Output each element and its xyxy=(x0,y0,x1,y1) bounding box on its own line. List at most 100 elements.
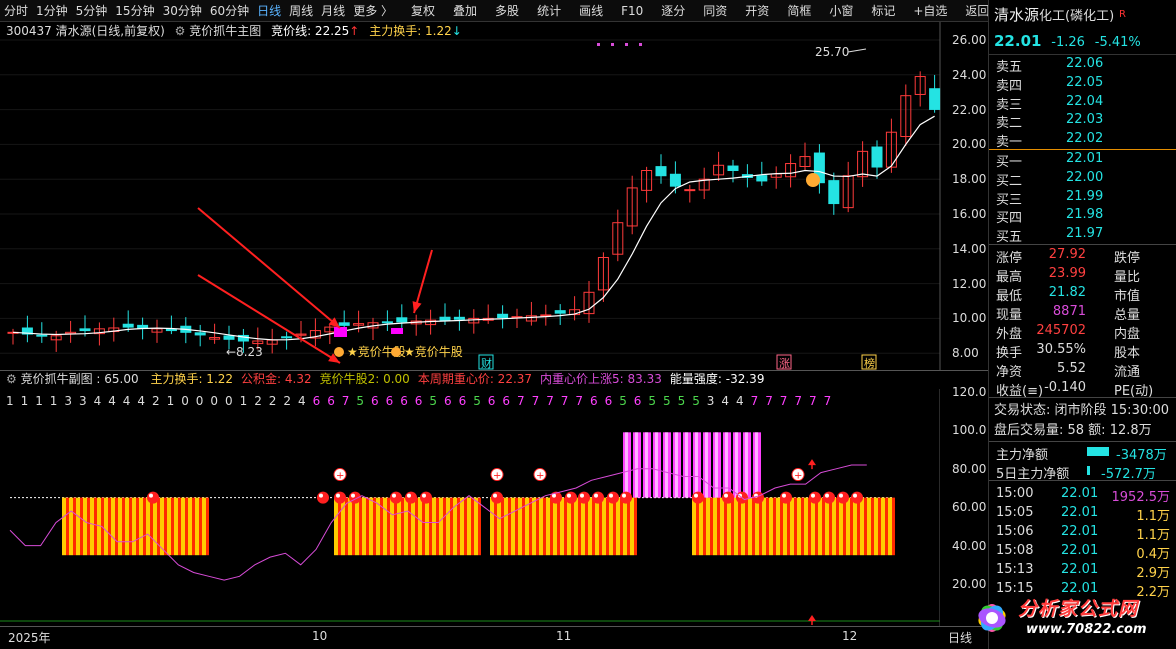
period-2[interactable]: 5分钟 xyxy=(72,0,112,21)
candle-body xyxy=(79,328,91,332)
tick-price: 22.01 xyxy=(1061,523,1099,539)
count-digit: 4 xyxy=(736,394,744,408)
energy-bar xyxy=(153,497,157,556)
energy-bar xyxy=(710,497,713,556)
energy-bar xyxy=(450,497,453,556)
tool-9[interactable]: 简框 xyxy=(783,0,815,21)
period-0[interactable]: 分时 xyxy=(0,0,32,21)
energy-bar xyxy=(720,497,724,556)
price-change: -1.26 xyxy=(1051,35,1085,50)
candlestick-chart[interactable]: ★竞价牛股★竞价牛股25.70←8.23财涨榜 xyxy=(0,22,988,370)
count-digit: 2 xyxy=(152,394,160,408)
stat-value: 23.99 xyxy=(1048,265,1086,281)
energy-bar xyxy=(490,497,494,556)
signal-dot xyxy=(611,43,614,46)
tick-row: 15:06 22.01 1.1万 xyxy=(989,522,1176,543)
ask-label: 卖五 xyxy=(996,60,1023,75)
signal-candle xyxy=(391,328,403,334)
period-1[interactable]: 1分钟 xyxy=(32,0,72,21)
energy-bar xyxy=(780,497,783,556)
energy-bar xyxy=(745,497,748,556)
energy-bar xyxy=(871,497,874,556)
period-5[interactable]: 60分钟 xyxy=(206,0,253,21)
ask-row[interactable]: 卖五 22.06 xyxy=(989,55,1176,75)
period-8[interactable]: 月线 xyxy=(317,0,349,21)
signal-ball xyxy=(607,491,619,504)
count-digit: 5 xyxy=(678,394,686,408)
energy-bar xyxy=(878,497,881,556)
tool-12[interactable]: +自选 xyxy=(909,0,951,21)
energy-bar xyxy=(762,497,766,556)
bid-row[interactable]: 买五 21.97 xyxy=(989,225,1176,245)
count-digit: 0 xyxy=(181,394,189,408)
buy-icon xyxy=(391,347,401,357)
candle-body xyxy=(669,173,681,187)
bid-row[interactable]: 买一 22.01 xyxy=(989,150,1176,170)
sub-label-0: 主力换手: 1.22 xyxy=(150,372,234,386)
candle-body xyxy=(727,165,739,171)
energy-bar xyxy=(627,497,630,556)
ask-row[interactable]: 卖三 22.04 xyxy=(989,93,1176,113)
count-digit: 6 xyxy=(634,394,642,408)
count-digit: 6 xyxy=(488,394,496,408)
bid-row[interactable]: 买二 22.00 xyxy=(989,169,1176,189)
price-tick: 24.00 xyxy=(952,67,987,82)
candle-body xyxy=(122,323,134,328)
energy-bar xyxy=(429,497,432,556)
tool-5[interactable]: F10 xyxy=(617,0,647,21)
indicator-tick: 60.00 xyxy=(952,500,987,515)
bid-row[interactable]: 买三 21.99 xyxy=(989,188,1176,208)
tool-10[interactable]: 小窗 xyxy=(825,0,857,21)
bid-price: 22.00 xyxy=(1066,169,1104,185)
period-6[interactable]: 日线 xyxy=(253,0,285,21)
energy-bar xyxy=(818,497,822,556)
candle-body xyxy=(338,322,350,326)
signal-ball xyxy=(837,491,849,504)
tool-2[interactable]: 多股 xyxy=(491,0,523,21)
price-tick: 14.00 xyxy=(952,241,987,256)
tool-8[interactable]: 开资 xyxy=(741,0,773,21)
energy-bar xyxy=(390,497,394,556)
ask-price: 22.03 xyxy=(1066,112,1104,128)
event-label: 榜 xyxy=(864,356,875,370)
annotation-arrow xyxy=(197,207,341,329)
sub-settings-icon[interactable]: ⚙ xyxy=(6,372,17,386)
tool-6[interactable]: 逐分 xyxy=(657,0,689,21)
ask-list: 卖五 22.06 卖四 22.05 卖三 22.04 卖二 22.03 卖一 22.02 xyxy=(989,55,1176,150)
stat-row: 涨停 27.92 跌停 xyxy=(989,245,1176,266)
sub-indicator-name[interactable]: 竞价抓牛副图 : 65.00 xyxy=(21,372,139,386)
bid-row[interactable]: 买四 21.98 xyxy=(989,206,1176,226)
period-3[interactable]: 15分钟 xyxy=(111,0,158,21)
count-digit: 6 xyxy=(327,394,335,408)
buy-signal-label: ★竞价牛股 xyxy=(404,344,463,359)
period-9[interactable]: 更多 〉 xyxy=(349,0,397,21)
tool-3[interactable]: 统计 xyxy=(533,0,565,21)
count-digit: 6 xyxy=(386,394,394,408)
count-digit: 3 xyxy=(707,394,715,408)
tool-1[interactable]: 叠加 xyxy=(449,0,481,21)
energy-bar xyxy=(525,497,529,556)
energy-bar xyxy=(387,497,390,556)
event-label: 涨 xyxy=(779,357,790,370)
tool-11[interactable]: 标记 xyxy=(867,0,899,21)
tick-list[interactable]: 15:00 22.01 1952.5万 15:05 22.01 1.1万 15:06 22.0… xyxy=(989,484,1176,600)
industry-label[interactable]: 化工(磷化工) xyxy=(1039,9,1114,24)
count-digit: 6 xyxy=(400,394,408,408)
event-label: 财 xyxy=(481,356,492,370)
ask-row[interactable]: 卖四 22.05 xyxy=(989,74,1176,94)
period-4[interactable]: 30分钟 xyxy=(159,0,206,21)
ask-row[interactable]: 卖一 22.02 xyxy=(989,130,1176,150)
tool-0[interactable]: 复权 xyxy=(407,0,439,21)
period-7[interactable]: 周线 xyxy=(285,0,317,21)
tool-7[interactable]: 同资 xyxy=(699,0,731,21)
ask-row[interactable]: 卖二 22.03 xyxy=(989,111,1176,131)
energy-bar xyxy=(401,497,404,556)
tool-4[interactable]: 画线 xyxy=(575,0,607,21)
indicator-chart[interactable]: 1111334444210000122246675666656656677777… xyxy=(0,389,940,626)
stat-row: 外盘 245702 内盘 xyxy=(989,321,1176,342)
tool-13[interactable]: 返回 xyxy=(961,0,988,21)
count-digit: 7 xyxy=(780,394,788,408)
energy-bar xyxy=(118,497,122,556)
arrow-head xyxy=(412,301,422,313)
energy-bar xyxy=(188,497,192,556)
